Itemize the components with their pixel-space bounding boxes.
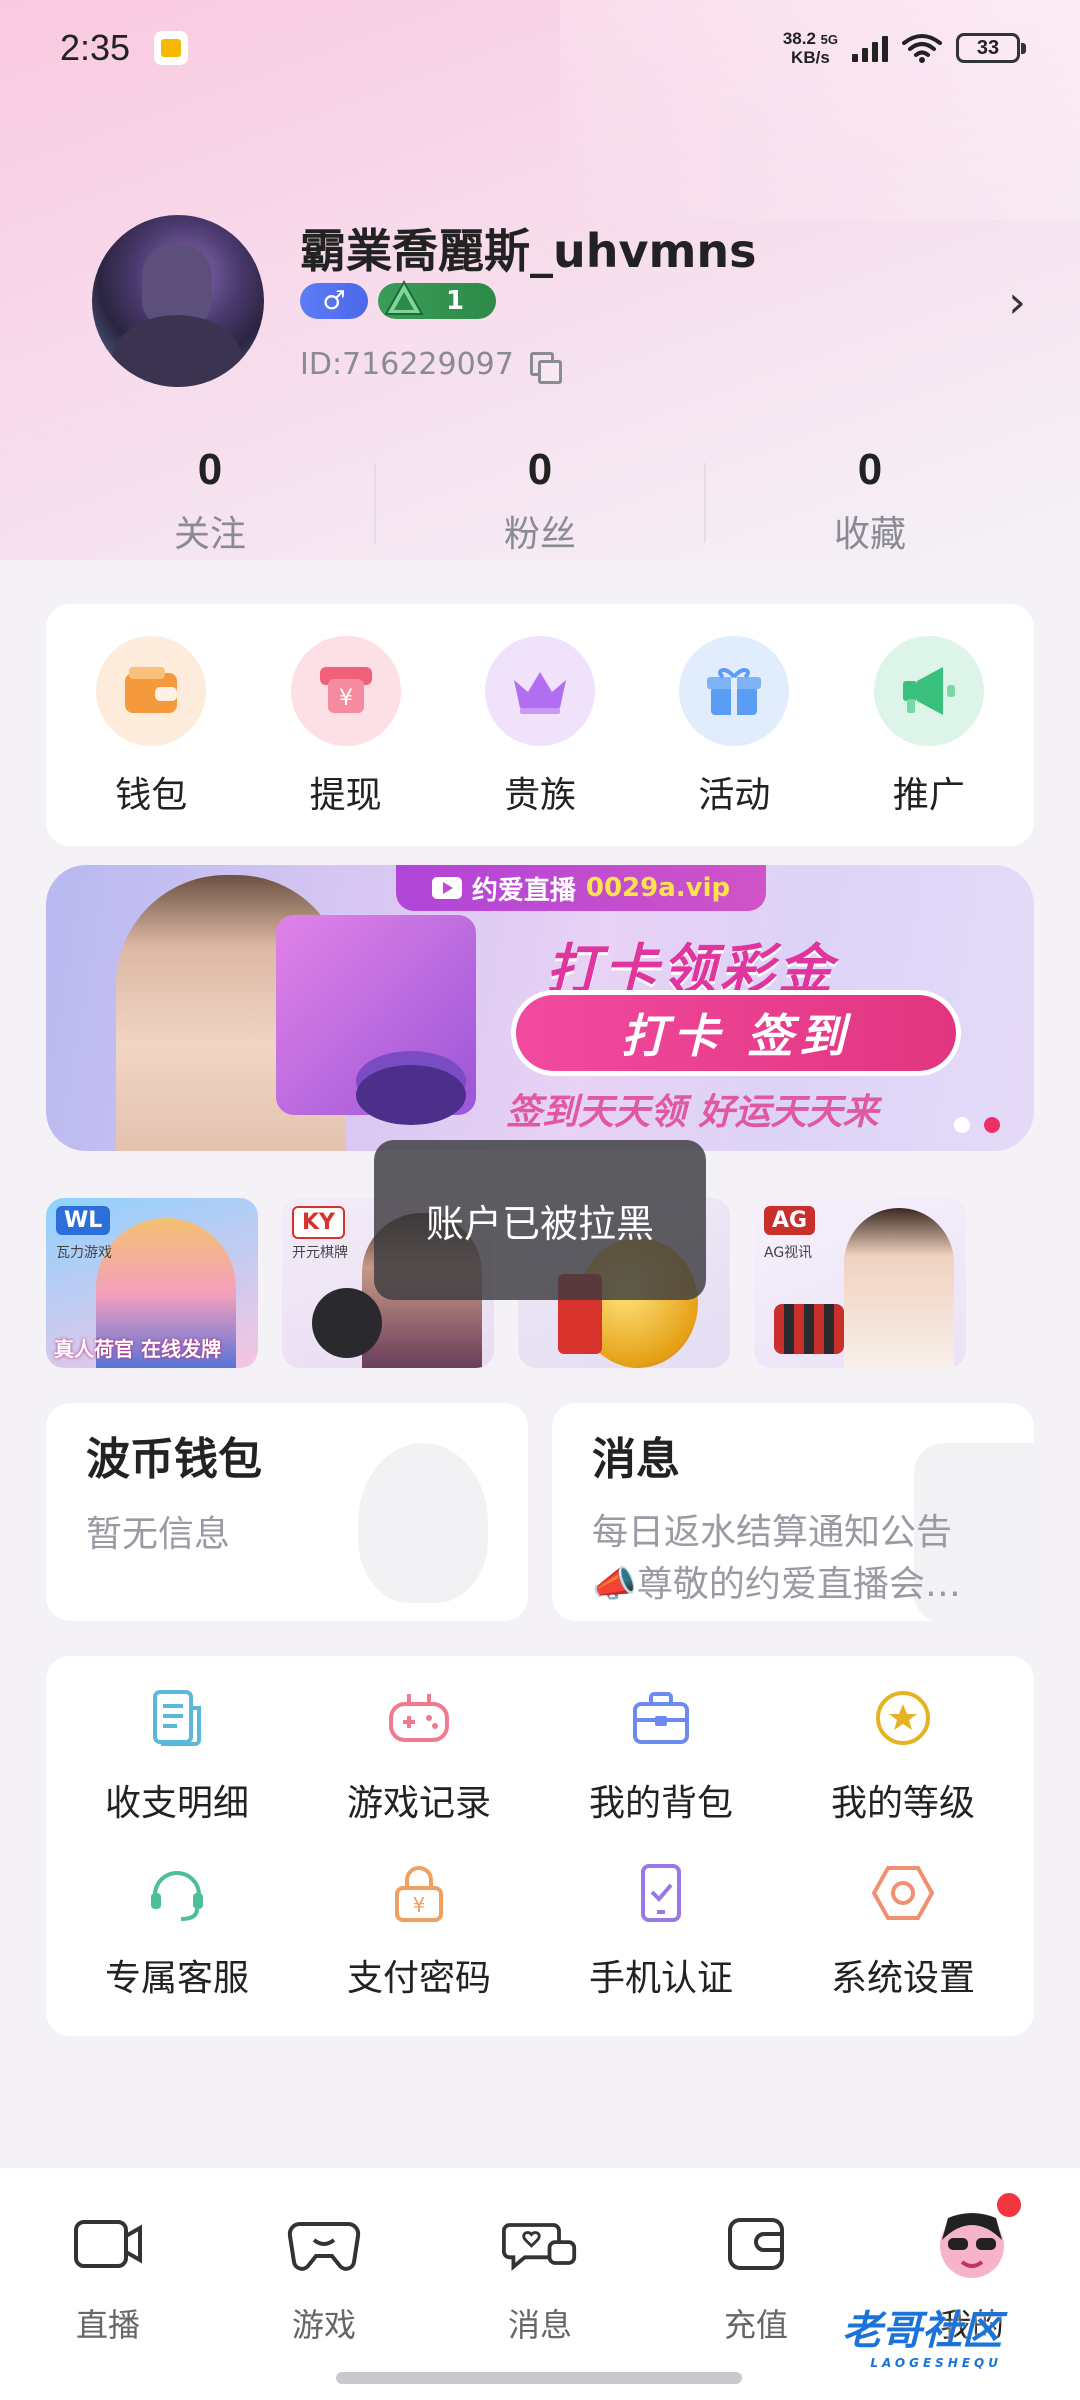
message-card[interactable]: 消息 每日返水结算通知公告 📣尊敬的约爱直播会…: [552, 1403, 1034, 1621]
carousel-dot-active[interactable]: [984, 1117, 1000, 1133]
avatar[interactable]: [92, 215, 264, 387]
tool-system-settings[interactable]: 系统设置: [782, 1861, 1024, 2033]
tools-grid: 收支明细 游戏记录 我的背包 我的等级 专属客服 ¥ 支付密码 手机认证 系统设…: [46, 1656, 1034, 2036]
wallet-card-title: 波币钱包: [86, 1434, 262, 1485]
stats-row: 0 关注 0 粉丝 0 收藏: [0, 445, 1080, 555]
banner-slogan: 签到天天领 好运天天来: [506, 1092, 879, 1133]
signal-icon: [852, 34, 888, 62]
crown-icon: [485, 636, 596, 746]
level-badge: 1: [378, 280, 496, 319]
carousel-dots: [954, 1117, 1000, 1133]
copy-icon[interactable]: [529, 351, 562, 384]
message-card-line2: 📣尊敬的约爱直播会…: [592, 1564, 961, 1605]
document-icon: [145, 1686, 209, 1750]
stat-following[interactable]: 0 关注: [45, 445, 375, 555]
level-emblem-icon: [384, 280, 424, 315]
tab-live[interactable]: 直播: [0, 2206, 216, 2400]
user-id: ID:716229097: [300, 347, 514, 382]
avatar-icon: [934, 2190, 1024, 2282]
megaphone-icon: [873, 636, 984, 746]
status-bar: 2:35 38.2 5G KB/s 33: [0, 0, 1080, 96]
tool-payment-password[interactable]: ¥ 支付密码: [298, 1861, 540, 2033]
wallet-card[interactable]: 波币钱包 暂无信息: [46, 1403, 528, 1621]
tool-phone-verification[interactable]: 手机认证: [540, 1861, 782, 2033]
network-speed: 38.2 5G KB/s: [782, 28, 838, 67]
tool-game-records[interactable]: 游戏记录: [298, 1686, 540, 1858]
toast-message: 账户已被拉黑: [374, 1140, 706, 1300]
tab-messages[interactable]: 消息: [432, 2206, 648, 2400]
battery-icon: 33: [956, 33, 1026, 63]
quick-nobility[interactable]: 贵族: [443, 636, 637, 846]
banner-checkin-pill: 打卡 签到: [516, 995, 956, 1071]
tool-transactions[interactable]: 收支明细: [56, 1686, 298, 1858]
gender-badge: ♂: [300, 283, 368, 319]
divider: [374, 463, 376, 543]
chat-heart-icon: [502, 2206, 578, 2282]
watermark-logo: 老哥社区 LAOGESHEQU: [842, 2308, 1002, 2370]
game-character-image: [844, 1208, 954, 1368]
lock-icon: ¥: [387, 1861, 451, 1925]
banner-tagline: 约爱直播 0029a.vip: [396, 865, 766, 911]
headset-icon: [145, 1861, 209, 1925]
username: 霸業喬麗斯_uhvmns: [300, 224, 757, 278]
quick-withdraw[interactable]: ¥ 提现: [248, 636, 442, 846]
promo-banner[interactable]: 约爱直播 0029a.vip 打卡领彩金 打卡 签到 签到天天领 好运天天来: [46, 865, 1034, 1151]
quick-promote[interactable]: 推广: [832, 636, 1026, 846]
phone-check-icon: [629, 1861, 693, 1925]
tv-icon: [70, 2206, 146, 2282]
star-badge-icon: [871, 1686, 935, 1750]
profile-header[interactable]: 霸業喬麗斯_uhvmns ♂ 1 ID:716229097 ›: [92, 215, 1026, 395]
tool-backpack[interactable]: 我的背包: [540, 1686, 782, 1858]
tool-my-level[interactable]: 我的等级: [782, 1686, 1024, 1858]
chevron-right-icon[interactable]: ›: [992, 277, 1042, 328]
user-badges: ♂ 1: [300, 280, 496, 319]
poker-chip-image: [312, 1288, 382, 1358]
gift-icon: [679, 636, 790, 746]
hexagon-settings-icon: [871, 1861, 935, 1925]
wifi-icon: [902, 34, 942, 63]
briefcase-icon: [629, 1686, 693, 1750]
message-card-line1: 每日返水结算通知公告: [592, 1512, 953, 1553]
tab-games[interactable]: 游戏: [216, 2206, 432, 2400]
wallet-icon: [718, 2206, 794, 2282]
quick-activity[interactable]: 活动: [637, 636, 831, 846]
level-number: 1: [446, 286, 465, 316]
app-notification-icon: [154, 31, 189, 65]
banner-title: 打卡领彩金: [546, 938, 836, 1001]
stat-fans[interactable]: 0 粉丝: [375, 445, 705, 555]
quick-actions-card: 钱包 ¥ 提现 贵族 活动 推广: [46, 604, 1034, 846]
quick-wallet[interactable]: 钱包: [54, 636, 248, 846]
gamepad-icon: [286, 2206, 362, 2282]
divider: [704, 463, 706, 543]
wallet-icon: [96, 636, 207, 746]
gamepad-icon: [387, 1686, 451, 1750]
game-tile-ag[interactable]: AG AG视讯: [754, 1198, 966, 1368]
svg-text:¥: ¥: [413, 1893, 426, 1917]
home-indicator[interactable]: [336, 2372, 742, 2384]
chip-stack-image: [774, 1304, 844, 1354]
tab-recharge[interactable]: 充值: [648, 2206, 864, 2400]
notification-dot: [994, 2190, 1024, 2220]
play-icon: [431, 877, 462, 899]
banner-chips-image: [356, 1065, 466, 1125]
stat-favorites[interactable]: 0 收藏: [705, 445, 1035, 555]
game-tile-wali[interactable]: WL 瓦力游戏 真人荷官 在线发牌: [46, 1198, 258, 1368]
tool-customer-service[interactable]: 专属客服: [56, 1861, 298, 2033]
withdraw-icon: ¥: [290, 636, 401, 746]
wallet-card-text: 暂无信息: [86, 1514, 231, 1555]
status-time: 2:35: [60, 27, 131, 68]
message-card-title: 消息: [592, 1434, 680, 1485]
svg-text:¥: ¥: [339, 686, 353, 711]
user-id-row: ID:716229097: [300, 347, 562, 384]
carousel-dot[interactable]: [954, 1117, 970, 1133]
